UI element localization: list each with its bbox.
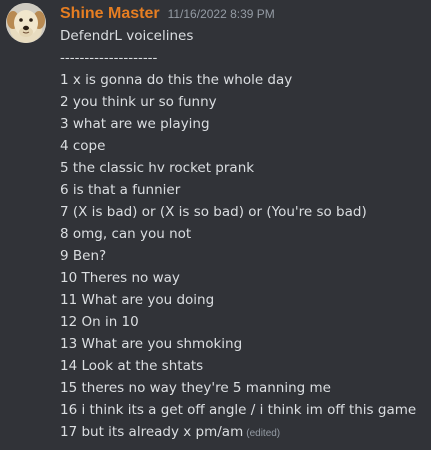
voiceline-text: 17 but its already x pm/am <box>60 424 244 440</box>
username[interactable]: Shine Master <box>60 3 160 25</box>
voiceline-item: 11 What are you doing <box>60 292 215 308</box>
voiceline-item: 3 what are we playing <box>60 116 210 132</box>
timestamp[interactable]: 11/16/2022 8:39 PM <box>168 3 275 25</box>
message-title: DefendrL voicelines <box>60 28 194 44</box>
voiceline-item-last: 17 but its already x pm/am (edited) <box>60 421 428 443</box>
avatar[interactable] <box>6 3 46 43</box>
chat-message: Shine Master 11/16/2022 8:39 PM DefendrL… <box>0 0 431 450</box>
dog-avatar-icon <box>6 3 46 43</box>
voiceline-item: 16 i think its a get off angle / i think… <box>60 402 417 418</box>
voiceline-item: 5 the classic hv rocket prank <box>60 160 255 176</box>
voiceline-item: 4 cope <box>60 138 106 154</box>
voiceline-item: 1 x is gonna do this the whole day <box>60 72 293 88</box>
voiceline-item: 13 What are you shmoking <box>60 336 243 352</box>
voiceline-item: 2 you think ur so funny <box>60 94 217 110</box>
separator-line: -------------------- <box>60 50 158 66</box>
message-header: Shine Master 11/16/2022 8:39 PM <box>60 3 275 25</box>
voiceline-item: 14 Look at the shtats <box>60 358 204 374</box>
voiceline-item: 9 Ben? <box>60 248 107 264</box>
voiceline-item: 10 Theres no way <box>60 270 180 286</box>
voiceline-item: 6 is that a funnier <box>60 182 181 198</box>
edited-label: (edited) <box>246 428 281 439</box>
voiceline-item: 7 (X is bad) or (X is so bad) or (You're… <box>60 204 367 220</box>
voiceline-item: 8 omg, can you not <box>60 226 192 242</box>
message-content: DefendrL voicelines --------------------… <box>60 25 428 443</box>
voiceline-item: 12 On in 10 <box>60 314 139 330</box>
voiceline-item: 15 theres no way they're 5 manning me <box>60 380 331 396</box>
